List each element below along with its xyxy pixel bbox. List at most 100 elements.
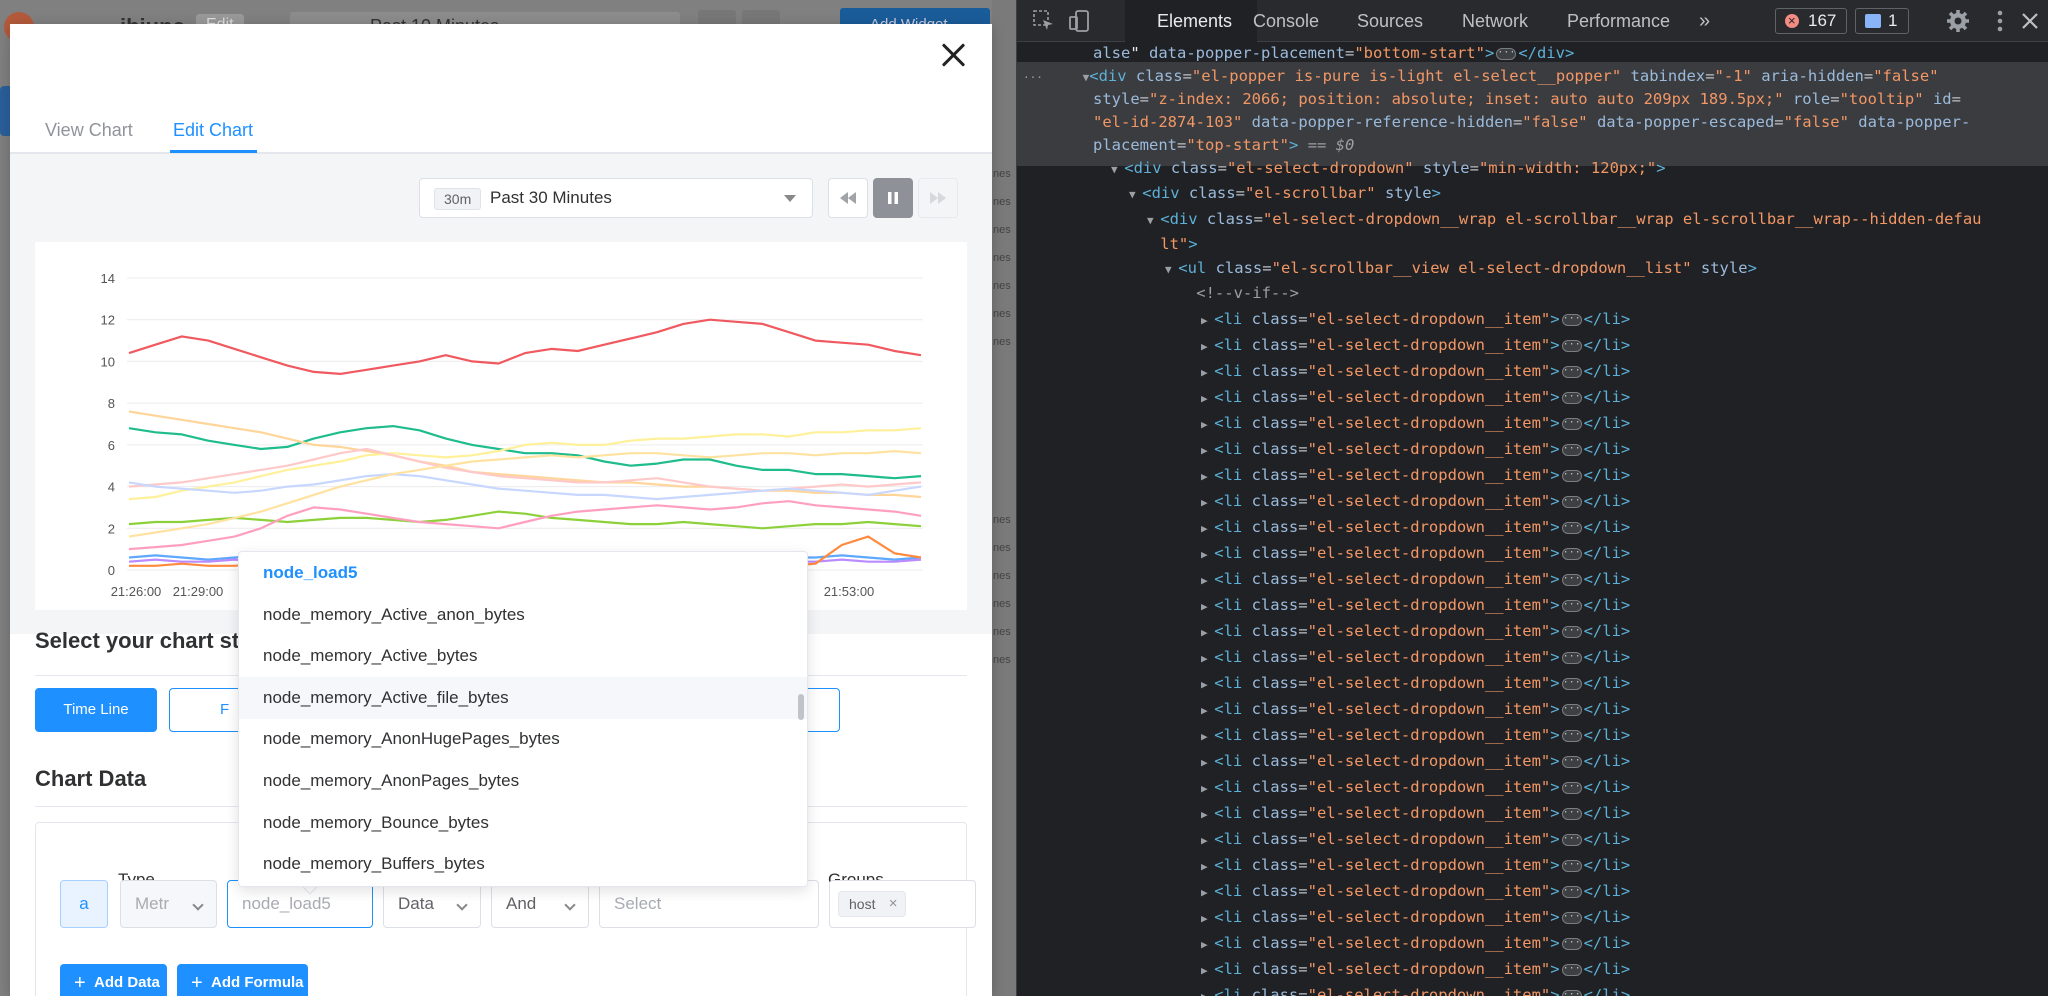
dom-tree-line[interactable]: ▶ <li class="el-select-dropdown__item">·…	[1201, 618, 1630, 646]
dom-tree-line[interactable]: ▼ <ul class="el-scrollbar__view el-selec…	[1165, 255, 1757, 283]
background-strip-label: nes	[993, 280, 1011, 292]
tab-view-chart[interactable]: View Chart	[45, 120, 133, 141]
dom-tree-line[interactable]: ▶ <li class="el-select-dropdown__item">·…	[1201, 878, 1630, 906]
close-icon[interactable]: ×	[889, 892, 898, 916]
message-count-badge[interactable]: 1	[1855, 8, 1909, 34]
plus-icon: +	[191, 972, 203, 994]
dom-tree-line[interactable]: ▶ <li class="el-select-dropdown__item">·…	[1201, 800, 1630, 828]
plus-icon: +	[74, 972, 86, 994]
x-tick-label: 21:26:00	[111, 584, 162, 599]
rewind-button[interactable]	[828, 178, 868, 218]
operator-select-value: And	[506, 894, 537, 913]
close-icon[interactable]	[934, 38, 972, 76]
dom-tree-line[interactable]: ▶ <li class="el-select-dropdown__item">·…	[1201, 722, 1630, 750]
dom-tree-line[interactable]: ▶ <li class="el-select-dropdown__item">·…	[1201, 904, 1630, 932]
more-tabs-icon[interactable]: »	[1699, 0, 1710, 42]
fast-forward-icon	[930, 192, 946, 204]
inspect-element-icon[interactable]	[1031, 8, 1057, 34]
dropdown-option[interactable]: node_memory_Active_anon_bytes	[239, 594, 807, 636]
chevron-down-icon	[192, 899, 204, 911]
chevron-down-icon	[564, 899, 576, 911]
dom-tree-line[interactable]: ▼ <div class="el-select-dropdown__wrap e…	[1147, 206, 1982, 234]
dom-tree-line[interactable]: ▶ <li class="el-select-dropdown__item">·…	[1201, 956, 1630, 984]
filter-select[interactable]: Select	[599, 880, 819, 928]
devtools-tab-network[interactable]: Network	[1462, 0, 1528, 42]
add-formula-button[interactable]: + Add Formula	[177, 964, 308, 996]
aggregation-select[interactable]: Data	[383, 880, 481, 928]
dom-tree-line[interactable]: ▶ <li class="el-select-dropdown__item">·…	[1201, 462, 1630, 490]
style-timeline-button[interactable]: Time Line	[35, 688, 157, 732]
dom-tree-line[interactable]: ▼ <div class="el-select-dropdown" style=…	[1111, 155, 1666, 183]
more-options-icon[interactable]	[1987, 8, 2013, 34]
background-strip-label: nes	[993, 224, 1011, 236]
y-tick-label: 14	[101, 271, 115, 286]
dom-tree-line[interactable]: ▶ <li class="el-select-dropdown__item">·…	[1201, 306, 1630, 334]
dropdown-option[interactable]: node_memory_Bounce_bytes	[239, 802, 807, 844]
devtools-tab-sources[interactable]: Sources	[1357, 0, 1423, 42]
devtools-tab-performance[interactable]: Performance	[1567, 0, 1670, 42]
chevron-down-icon	[456, 899, 468, 911]
error-count-badge[interactable]: 167	[1775, 8, 1847, 34]
add-data-button[interactable]: + Add Data	[60, 964, 167, 996]
dropdown-option[interactable]: node_memory_Active_file_bytes	[239, 676, 807, 719]
dom-tree-line[interactable]: ▶ <li class="el-select-dropdown__item">·…	[1201, 982, 1630, 996]
devtools-toolbar: Elements Console Sources Network Perform…	[1017, 0, 2048, 42]
type-select[interactable]: Metr	[120, 880, 217, 928]
dropdown-option[interactable]: node_memory_AnonHugePages_bytes	[239, 718, 807, 760]
close-devtools-icon[interactable]	[2017, 8, 2043, 34]
dom-tree-line[interactable]: ▶ <li class="el-select-dropdown__item">·…	[1201, 670, 1630, 698]
dom-tree-line[interactable]: ▶ <li class="el-select-dropdown__item">·…	[1201, 332, 1630, 360]
background-column-strip: nes nes nes nes nes nes nes nes nes nes nes nes nes	[992, 0, 1018, 996]
pause-button[interactable]	[873, 178, 913, 218]
dropdown-option[interactable]: node_memory_Active_bytes	[239, 635, 807, 677]
devtools-tab-elements[interactable]: Elements	[1125, 0, 1257, 42]
dom-tree-line[interactable]: ▶ <li class="el-select-dropdown__item">·…	[1201, 644, 1630, 672]
dom-tree-line[interactable]: ▶ <li class="el-select-dropdown__item">·…	[1201, 826, 1630, 854]
background-strip-label: nes	[993, 252, 1011, 264]
dom-tree-line[interactable]: ▶ <li class="el-select-dropdown__item">·…	[1201, 852, 1630, 880]
dropdown-option[interactable]: node_memory_Buffers_bytes	[239, 843, 807, 885]
settings-gear-icon[interactable]	[1945, 8, 1971, 34]
dom-tree-line[interactable]: ▶ <li class="el-select-dropdown__item">·…	[1201, 930, 1630, 958]
dropdown-option[interactable]: node_load5	[239, 552, 807, 594]
dom-tree-line[interactable]: ▶ <li class="el-select-dropdown__item">·…	[1201, 540, 1630, 568]
dom-tree-line[interactable]: ▶ <li class="el-select-dropdown__item">·…	[1201, 384, 1630, 412]
dom-tree-line[interactable]: ▶ <li class="el-select-dropdown__item">·…	[1201, 436, 1630, 464]
dropdown-option[interactable]: node_memory_AnonPages_bytes	[239, 760, 807, 802]
y-tick-label: 10	[101, 354, 115, 369]
dom-tree-line[interactable]: ▶ <li class="el-select-dropdown__item">·…	[1201, 514, 1630, 542]
metric-dropdown: node_load5 node_memory_Active_anon_bytes n…	[238, 551, 808, 887]
background-strip-label: nes	[993, 196, 1011, 208]
time-range-label: Past 30 Minutes	[490, 188, 612, 207]
dom-tree-line[interactable]: ▶ <li class="el-select-dropdown__item">·…	[1201, 566, 1630, 594]
background-strip-label: nes	[993, 626, 1011, 638]
device-toolbar-icon[interactable]	[1067, 8, 1093, 34]
dom-tree-line[interactable]: ▼ <div class="el-scrollbar" style>	[1129, 180, 1441, 208]
tab-edit-chart[interactable]: Edit Chart	[173, 120, 253, 141]
operator-select[interactable]: And	[491, 880, 589, 928]
group-tag: host ×	[838, 891, 907, 917]
metric-input[interactable]: node_load5	[227, 880, 373, 928]
query-letter-badge[interactable]: a	[60, 880, 108, 928]
edit-chart-modal: View Chart Edit Chart 30m Past 30 Minute…	[10, 24, 992, 996]
dom-tree-line[interactable]: ▶ <li class="el-select-dropdown__item">·…	[1201, 358, 1630, 386]
dom-tree-line[interactable]: ▶ <li class="el-select-dropdown__item">·…	[1201, 696, 1630, 724]
dom-tree-line[interactable]: ▶ <li class="el-select-dropdown__item">·…	[1201, 592, 1630, 620]
fast-forward-button[interactable]	[918, 178, 958, 218]
time-range-picker[interactable]: 30m Past 30 Minutes	[419, 178, 813, 218]
groups-select[interactable]: host ×	[829, 880, 976, 928]
y-tick-label: 4	[108, 480, 115, 495]
dom-tree-line[interactable]: ▶ <li class="el-select-dropdown__item">·…	[1201, 410, 1630, 438]
dom-tree-line[interactable]: ▶ <li class="el-select-dropdown__item">·…	[1201, 488, 1630, 516]
series-line	[128, 450, 922, 538]
dom-tree-line[interactable]: ▶ <li class="el-select-dropdown__item">·…	[1201, 774, 1630, 802]
devtools-tab-console[interactable]: Console	[1253, 0, 1319, 42]
background-strip-label: nes	[993, 654, 1011, 666]
chevron-down-icon	[784, 195, 796, 202]
dom-tree-line[interactable]: <!--v-if-->	[1183, 280, 1299, 308]
chart-tabs: View Chart Edit Chart	[10, 96, 992, 154]
dom-tree-line[interactable]: ▶ <li class="el-select-dropdown__item">·…	[1201, 748, 1630, 776]
chart-style-title: Select your chart st	[35, 628, 240, 653]
add-formula-label: Add Formula	[211, 974, 304, 991]
dropdown-scrollbar[interactable]	[798, 694, 804, 720]
